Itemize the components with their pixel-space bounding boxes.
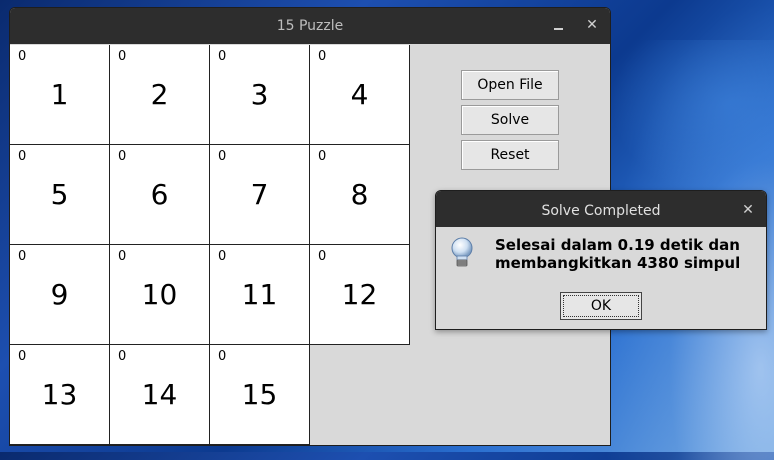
- tile[interactable]: 0 15: [210, 345, 310, 445]
- tile-count: 0: [218, 249, 227, 264]
- tile[interactable]: 0 13: [10, 345, 110, 445]
- solve-completed-dialog: Solve Completed ✕ Selesai dalam 0.19 det…: [435, 190, 767, 330]
- tile[interactable]: 0 11: [210, 245, 310, 345]
- dialog-title: Solve Completed: [541, 203, 661, 219]
- empty-tile-slot[interactable]: [310, 345, 410, 445]
- tile-number: 15: [241, 378, 278, 411]
- tile-count: 0: [118, 349, 127, 364]
- open-file-button[interactable]: Open File: [461, 70, 559, 100]
- window-titlebar[interactable]: 15 Puzzle ✕: [10, 8, 610, 44]
- tile-count: 0: [18, 249, 27, 264]
- tile[interactable]: 0 14: [110, 345, 210, 445]
- tile-number: 11: [241, 278, 278, 311]
- tile-count: 0: [118, 149, 127, 164]
- tile-number: 14: [141, 378, 178, 411]
- tile[interactable]: 03: [210, 45, 310, 145]
- tile-number: 5: [50, 178, 69, 211]
- tile-number: 2: [150, 78, 169, 111]
- tile[interactable]: 06: [110, 145, 210, 245]
- tile-number: 7: [250, 178, 269, 211]
- tile-number: 6: [150, 178, 169, 211]
- tile[interactable]: 04: [310, 45, 410, 145]
- lightbulb-icon: [451, 237, 473, 267]
- tile[interactable]: 07: [210, 145, 310, 245]
- tile-number: 4: [350, 78, 369, 111]
- tile[interactable]: 05: [10, 145, 110, 245]
- tile-count: 0: [18, 349, 27, 364]
- tile-count: 0: [218, 349, 227, 364]
- tile[interactable]: 0 10: [110, 245, 210, 345]
- tile-count: 0: [218, 49, 227, 64]
- tile-number: 9: [50, 278, 69, 311]
- puzzle-board: 01 02 03 04 05 06 07 08 09 0 10 0 11 0 12 0…: [10, 45, 410, 445]
- reset-button[interactable]: Reset: [461, 140, 559, 170]
- tile-number: 12: [341, 278, 378, 311]
- tile-count: 0: [18, 149, 27, 164]
- desktop-wallpaper-highlight: [610, 40, 774, 200]
- tile[interactable]: 0 12: [310, 245, 410, 345]
- tile-number: 13: [41, 378, 78, 411]
- tile-number: 8: [350, 178, 369, 211]
- tile-number: 3: [250, 78, 269, 111]
- solve-button[interactable]: Solve: [461, 105, 559, 135]
- tile-count: 0: [318, 49, 327, 64]
- close-icon[interactable]: ✕: [740, 202, 756, 218]
- close-icon[interactable]: ✕: [584, 17, 600, 33]
- tile-count: 0: [318, 249, 327, 264]
- dialog-message-line2: membangkitkan 4380 simpul: [495, 254, 741, 272]
- tile-number: 1: [50, 78, 69, 111]
- tile-count: 0: [318, 149, 327, 164]
- tile[interactable]: 02: [110, 45, 210, 145]
- tile-count: 0: [118, 249, 127, 264]
- minimize-icon[interactable]: [550, 17, 566, 33]
- window-title: 15 Puzzle: [276, 18, 344, 34]
- tile[interactable]: 01: [10, 45, 110, 145]
- dialog-message: Selesai dalam 0.19 detik dan membangkitk…: [495, 236, 740, 272]
- dialog-message-line1: Selesai dalam 0.19 detik dan: [495, 236, 740, 254]
- tile-count: 0: [118, 49, 127, 64]
- tile-count: 0: [18, 49, 27, 64]
- tile[interactable]: 09: [10, 245, 110, 345]
- tile[interactable]: 08: [310, 145, 410, 245]
- dialog-titlebar[interactable]: Solve Completed ✕: [436, 191, 766, 227]
- tile-number: 10: [141, 278, 178, 311]
- ok-button[interactable]: OK: [560, 292, 642, 320]
- tile-count: 0: [218, 149, 227, 164]
